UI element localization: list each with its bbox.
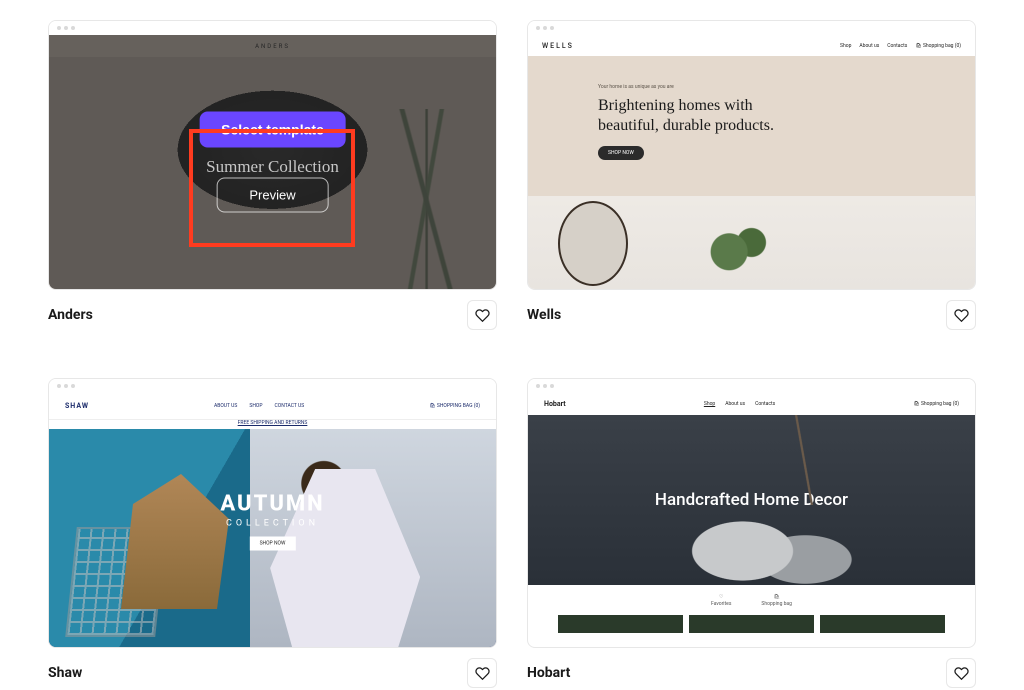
template-name: Hobart [527, 665, 570, 681]
preview-nav: SHAW ABOUT US SHOP CONTACT US 🛍 SHOPPING… [49, 393, 496, 419]
template-card-wells: WELLS Shop About us Contacts 🛍 Shopping … [527, 20, 976, 330]
preview-brand: WELLS [542, 42, 574, 50]
template-name: Anders [48, 307, 93, 323]
favorite-button[interactable] [467, 300, 497, 330]
browser-chrome [49, 21, 496, 35]
select-template-button[interactable]: Select template [199, 112, 346, 148]
template-thumbnail[interactable]: Hobart Shop About us Contacts 🛍 Shopping… [527, 378, 976, 648]
browser-chrome [528, 21, 975, 35]
template-card-shaw: SHAW ABOUT US SHOP CONTACT US 🛍 SHOPPING… [48, 378, 497, 688]
favorite-button[interactable] [946, 658, 976, 688]
favorite-button[interactable] [946, 300, 976, 330]
browser-chrome [49, 379, 496, 393]
preview-headline: Brightening homes with beautiful, durabl… [598, 96, 975, 136]
template-thumbnail[interactable]: SHAW ABOUT US SHOP CONTACT US 🛍 SHOPPING… [48, 378, 497, 648]
template-thumbnail[interactable]: WELLS Shop About us Contacts 🛍 Shopping … [527, 20, 976, 290]
preview-brand: Hobart [544, 400, 566, 408]
preview-brand: SHAW [65, 402, 89, 410]
template-card-anders: ANDERS Summer Collection Select template… [48, 20, 497, 330]
preview-tagline: Your home is as unique as you are [598, 84, 975, 90]
preview-nav: Hobart Shop About us Contacts 🛍 Shopping… [528, 393, 975, 415]
template-card-hobart: Hobart Shop About us Contacts 🛍 Shopping… [527, 378, 976, 688]
heart-icon [475, 308, 490, 323]
preview-hero-text: AUTUMN COLLECTION SHOP NOW [220, 491, 324, 550]
preview-footer: ♡Favorites 🛍Shopping bag [528, 585, 975, 615]
favorite-button[interactable] [467, 658, 497, 688]
heart-icon [954, 308, 969, 323]
template-name: Shaw [48, 665, 82, 681]
template-grid: ANDERS Summer Collection Select template… [48, 20, 976, 688]
preview-nav: WELLS Shop About us Contacts 🛍 Shopping … [528, 35, 975, 56]
heart-icon [475, 666, 490, 681]
preview-button[interactable]: Preview [216, 178, 328, 213]
heart-icon [954, 666, 969, 681]
browser-chrome [528, 379, 975, 393]
preview-cta: SHOP NOW [598, 146, 644, 160]
template-name: Wells [527, 307, 561, 323]
template-thumbnail[interactable]: ANDERS Summer Collection Select template… [48, 20, 497, 290]
preview-banner: FREE SHIPPING AND RETURNS [49, 419, 496, 429]
